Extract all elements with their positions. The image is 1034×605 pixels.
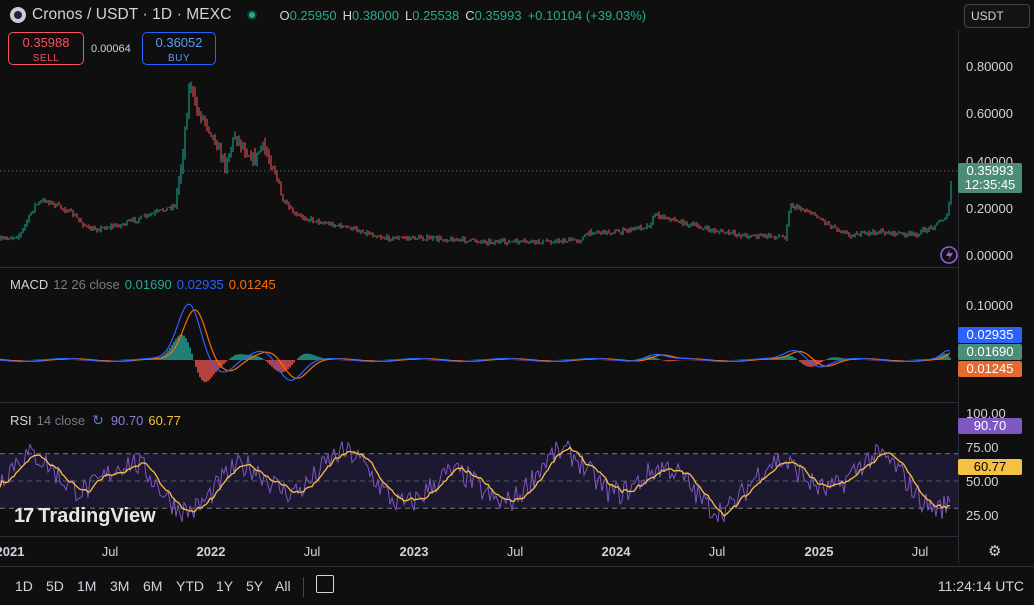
price-tick: 0.80000: [966, 59, 1013, 74]
calendar-range-icon[interactable]: [316, 575, 334, 593]
range-5y-button[interactable]: 5Y: [246, 578, 263, 594]
rsi-ma-value: 60.77: [148, 413, 181, 428]
time-tick: Jul: [101, 544, 119, 559]
time-tick: 2024: [601, 544, 631, 559]
macd-signal-value: 0.01245: [228, 277, 276, 292]
lightning-icon-bolt: [946, 249, 953, 261]
range-all-button[interactable]: All: [275, 578, 291, 594]
range-1y-button[interactable]: 1Y: [216, 578, 233, 594]
last-price-tag: 0.35993 12:35:45: [958, 163, 1022, 193]
chart-canvas[interactable]: [0, 0, 958, 540]
price-tick: 0.60000: [966, 106, 1013, 121]
macd-series: [0, 303, 951, 382]
macd-hist-tag: 0.01690: [958, 344, 1022, 360]
gear-icon[interactable]: ⚙: [988, 542, 1001, 560]
pane-separator: [0, 536, 958, 537]
currency-value: USDT: [971, 9, 1004, 23]
watermark-text: TradingView: [38, 505, 156, 527]
macd-tick: 0.10000: [966, 298, 1013, 313]
price-series: [0, 81, 952, 246]
time-tick: Jul: [708, 544, 726, 559]
rsi-tick: 25.00: [966, 508, 999, 523]
rsi-tick: 75.00: [966, 440, 999, 455]
time-tick: 2021: [0, 544, 25, 559]
price-tick: 0.20000: [966, 201, 1013, 216]
rsi-value: 90.70: [110, 413, 144, 428]
macd-line-value: 0.02935: [176, 277, 224, 292]
time-tick: 2022: [196, 544, 226, 559]
macd-signal-tag: 0.01245: [958, 361, 1022, 377]
macd-line: [0, 303, 951, 381]
toolbar-divider: [303, 577, 304, 597]
macd-hist-value: 0.01690: [124, 277, 172, 292]
macd-line-tag: 0.02935: [958, 327, 1022, 343]
range-1d-button[interactable]: 1D: [15, 578, 33, 594]
currency-select[interactable]: USDT: [964, 4, 1030, 28]
rsi-params: 14 close: [36, 413, 86, 428]
range-ytd-button[interactable]: YTD: [176, 578, 204, 594]
last-price: 0.35993: [966, 163, 1014, 178]
clock[interactable]: 11:24:14 UTC: [938, 578, 1024, 594]
range-3m-button[interactable]: 3M: [110, 578, 129, 594]
bottom-toolbar: 1D 5D 1M 3M 6M YTD 1Y 5Y All 11:24:14 UT…: [0, 566, 1034, 605]
rsi-legend[interactable]: RSI 14 close ↻ 90.70 60.77: [10, 412, 181, 429]
range-5d-button[interactable]: 5D: [46, 578, 64, 594]
bar-countdown: 12:35:45: [964, 177, 1016, 192]
macd-name: MACD: [10, 277, 49, 292]
rsi-ma-tag: 60.77: [958, 459, 1022, 475]
time-tick: Jul: [303, 544, 321, 559]
tradingview-watermark[interactable]: 17 TradingView: [14, 505, 156, 528]
macd-params: 12 26 close: [53, 277, 120, 292]
pane-separator[interactable]: [0, 402, 958, 403]
price-axis-border: [958, 30, 959, 563]
range-1m-button[interactable]: 1M: [77, 578, 96, 594]
range-6m-button[interactable]: 6M: [143, 578, 162, 594]
macd-signal-line: [0, 309, 951, 379]
macd-legend[interactable]: MACD 12 26 close 0.01690 0.02935 0.01245: [10, 277, 276, 292]
pane-separator[interactable]: [0, 267, 958, 268]
time-tick: Jul: [506, 544, 524, 559]
rsi-tag: 90.70: [958, 418, 1022, 434]
time-tick: 2023: [399, 544, 429, 559]
time-tick: 2025: [804, 544, 834, 559]
price-tick: 0.00000: [966, 248, 1013, 263]
tradingview-logo-icon: 17: [14, 505, 34, 527]
time-tick: Jul: [911, 544, 929, 559]
rsi-tick: 50.00: [966, 474, 999, 489]
refresh-icon[interactable]: ↻: [92, 412, 104, 429]
chart-window: Cronos / USDT · 1D · MEXC O0.25950 H0.38…: [0, 0, 1034, 605]
rsi-name: RSI: [10, 413, 32, 428]
